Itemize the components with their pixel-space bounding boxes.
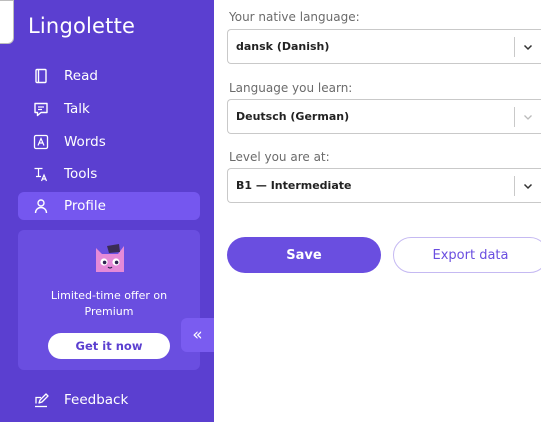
save-button[interactable]: Save: [227, 237, 381, 273]
sidebar-item-label: Read: [64, 68, 98, 84]
select-divider: [514, 176, 515, 196]
learn-language-label: Language you learn:: [229, 81, 353, 95]
select-divider: [514, 37, 515, 57]
learn-language-value: Deutsch (German): [236, 110, 350, 123]
cat-mascot-icon: [93, 242, 127, 274]
export-data-button[interactable]: Export data: [393, 237, 541, 273]
letter-a-icon: [32, 133, 50, 151]
level-select[interactable]: B1 — Intermediate: [227, 168, 541, 203]
get-it-now-button[interactable]: Get it now: [48, 333, 170, 359]
app-logo[interactable]: Lingolette: [28, 14, 135, 38]
sidebar-item-feedback[interactable]: Feedback: [18, 386, 200, 414]
sidebar: Lingolette Read Talk Words Tools Profile: [0, 0, 214, 422]
sidebar-item-words[interactable]: Words: [18, 128, 200, 156]
sidebar-item-label: Feedback: [64, 392, 129, 408]
select-divider: [514, 107, 515, 127]
chevron-down-icon: [522, 180, 534, 192]
sidebar-item-tools[interactable]: Tools: [18, 160, 200, 188]
window-edge-tab: [0, 0, 14, 44]
translate-icon: [32, 165, 50, 183]
chevron-down-icon: [522, 41, 534, 53]
promo-line-1: Limited-time offer on: [50, 289, 168, 302]
chevron-down-icon: [522, 111, 534, 123]
user-icon: [32, 197, 50, 215]
sidebar-item-talk[interactable]: Talk: [18, 95, 200, 123]
premium-promo-card: Limited-time offer on Premium Get it now: [18, 230, 200, 370]
native-language-label: Your native language:: [229, 10, 360, 24]
sidebar-item-label: Profile: [64, 198, 106, 214]
sidebar-item-profile[interactable]: Profile: [18, 192, 200, 220]
sidebar-item-label: Tools: [64, 166, 98, 182]
sidebar-item-label: Words: [64, 134, 106, 150]
promo-text: Limited-time offer on Premium: [18, 288, 200, 320]
learn-language-select[interactable]: Deutsch (German): [227, 99, 541, 134]
chat-icon: [32, 100, 50, 118]
level-label: Level you are at:: [229, 150, 330, 164]
native-language-select[interactable]: dansk (Danish): [227, 29, 541, 64]
double-chevron-left-icon: «: [192, 325, 203, 345]
promo-line-2: Premium: [84, 305, 134, 318]
level-value: B1 — Intermediate: [236, 179, 352, 192]
native-language-value: dansk (Danish): [236, 40, 330, 53]
collapse-sidebar-button[interactable]: «: [181, 318, 214, 352]
feedback-pen-icon: [32, 391, 50, 409]
sidebar-item-label: Talk: [64, 101, 90, 117]
book-icon: [32, 67, 50, 85]
sidebar-item-read[interactable]: Read: [18, 62, 200, 90]
